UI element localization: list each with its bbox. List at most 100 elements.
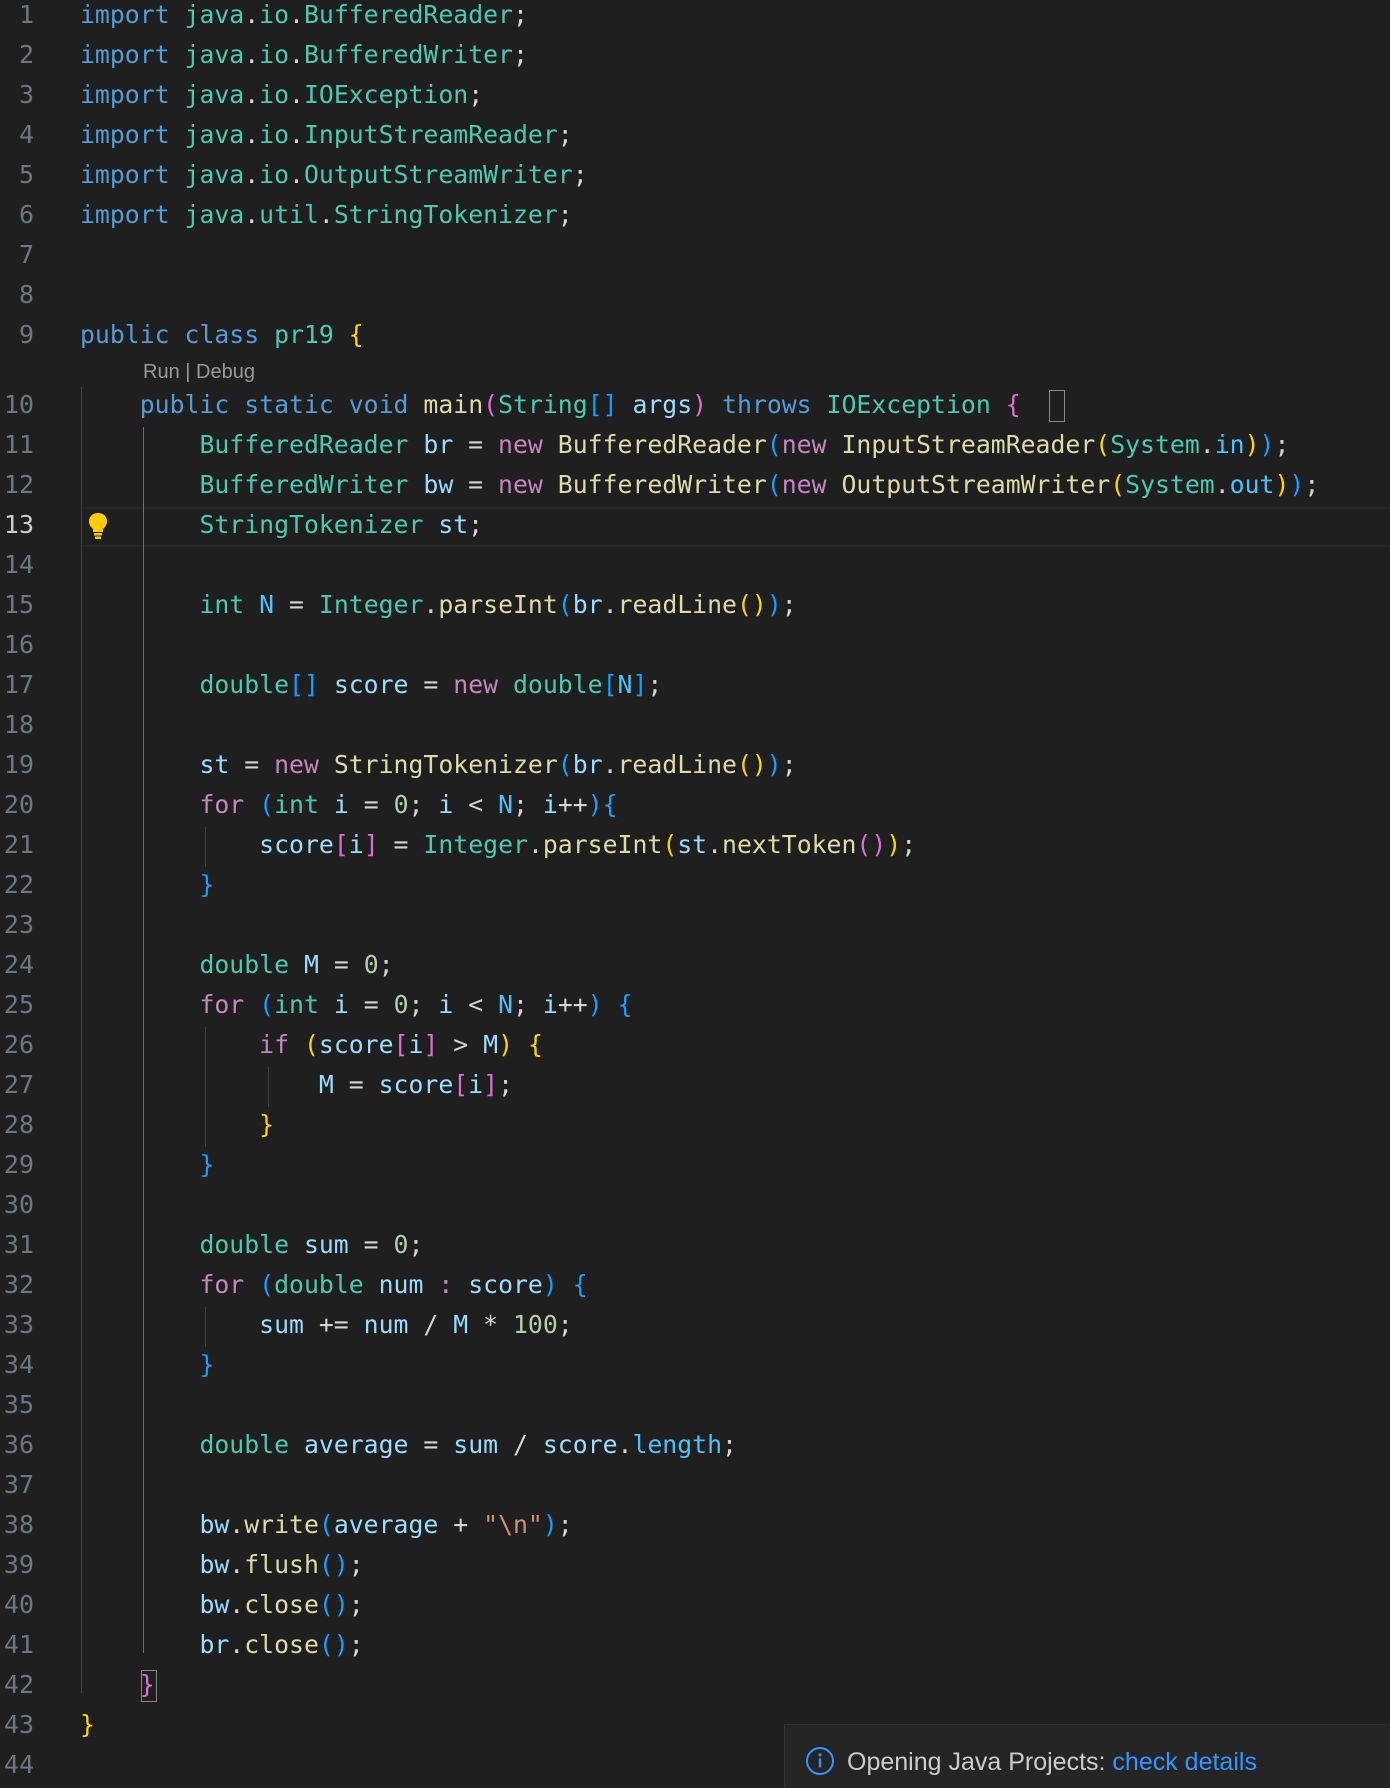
code-text: score[i] = Integer.parseInt(st.nextToken… (80, 827, 916, 867)
code-token: ) (587, 990, 603, 1019)
code-token: . (244, 200, 260, 229)
code-token: () (856, 830, 887, 859)
check-details-link[interactable]: check details (1112, 1748, 1257, 1776)
code-line[interactable]: 20 for (int i = 0; i < N; i++){ (0, 787, 1390, 827)
line-number: 35 (3, 1390, 34, 1419)
code-token: ( (318, 1510, 334, 1539)
code-line[interactable]: 9 public class pr19 { (0, 317, 1390, 357)
code-line[interactable]: 36 double average = sum / score.length; (0, 1427, 1390, 1467)
code-line[interactable]: 37 (0, 1467, 1390, 1507)
code-token: length (632, 1430, 723, 1459)
code-text: } (80, 1347, 214, 1387)
code-line[interactable]: 23 (0, 907, 1390, 947)
code-line[interactable]: 29 } (0, 1147, 1390, 1187)
code-line[interactable]: 22 } (0, 867, 1390, 907)
code-line[interactable]: 26 if (score[i] > M) { (0, 1027, 1390, 1067)
code-line[interactable]: 7 (0, 237, 1390, 277)
code-token: ; (781, 590, 797, 619)
code-line[interactable]: 41 br.close(); (0, 1627, 1390, 1667)
code-line[interactable]: 18 (0, 707, 1390, 747)
code-token: double (274, 1270, 364, 1299)
code-token: i (468, 1070, 484, 1099)
code-line[interactable]: 3 import java.io.IOException; (0, 77, 1390, 117)
code-line[interactable]: 24 double M = 0; (0, 947, 1390, 987)
code-token: ; (348, 1550, 364, 1579)
code-line[interactable]: 25 for (int i = 0; i < N; i++) { (0, 987, 1390, 1027)
code-line[interactable]: 12 BufferedWriter bw = new BufferedWrite… (0, 467, 1390, 507)
code-token: ] (363, 830, 379, 859)
code-token: ; (468, 510, 484, 539)
code-line[interactable]: 31 double sum = 0; (0, 1227, 1390, 1267)
line-number: 39 (3, 1550, 34, 1579)
code-token: new (274, 750, 319, 779)
code-line[interactable]: 17 double[] score = new double[N]; (0, 667, 1390, 707)
codelens: Run | Debug (143, 358, 255, 386)
code-line[interactable]: 34 } (0, 1347, 1390, 1387)
code-token: ( (557, 590, 573, 619)
code-line[interactable]: 1 import java.io.BufferedReader; (0, 0, 1390, 37)
code-line[interactable]: 4 import java.io.InputStreamReader; (0, 117, 1390, 157)
code-line[interactable]: 42 } (0, 1667, 1390, 1707)
code-line[interactable]: 5 import java.io.OutputStreamWriter; (0, 157, 1390, 197)
code-token: import (80, 80, 170, 109)
code-token: ) (542, 1270, 558, 1299)
code-token: } (199, 870, 215, 899)
code-token: bw (199, 1550, 230, 1579)
line-number: 44 (3, 1750, 34, 1779)
code-token: ; (512, 40, 528, 69)
code-line[interactable]: 32 for (double num : score) { (0, 1267, 1390, 1307)
line-number: 18 (3, 710, 34, 739)
code-text: sum += num / M * 100; (80, 1307, 573, 1347)
code-token: throws (722, 390, 812, 419)
code-text: import java.io.BufferedWriter; (80, 37, 528, 77)
line-number: 9 (18, 320, 34, 349)
line-number: 13 (3, 510, 34, 539)
code-line[interactable]: 14 (0, 547, 1390, 587)
line-number: 25 (3, 990, 34, 1019)
codelens-debug[interactable]: Debug (196, 361, 255, 383)
code-line[interactable]: 21 score[i] = Integer.parseInt(st.nextTo… (0, 827, 1390, 867)
code-line[interactable]: 6 import java.util.StringTokenizer; (0, 197, 1390, 237)
code-token: score (318, 1030, 394, 1059)
code-line[interactable]: 40 bw.close(); (0, 1587, 1390, 1627)
code-line[interactable]: 11 BufferedReader br = new BufferedReade… (0, 427, 1390, 467)
code-line[interactable]: 35 (0, 1387, 1390, 1427)
code-line[interactable]: 2 import java.io.BufferedWriter; (0, 37, 1390, 77)
code-token: bw (423, 470, 454, 499)
code-line[interactable]: 39 bw.flush(); (0, 1547, 1390, 1587)
code-token: . (289, 160, 304, 189)
code-token: [] (587, 390, 618, 419)
code-token: . (602, 750, 618, 779)
code-line[interactable]: 38 bw.write(average + "\n"); (0, 1507, 1390, 1547)
notification-toast[interactable]: Opening Java Projects: check details (784, 1724, 1390, 1788)
code-token: < (453, 990, 499, 1019)
code-token: ; (348, 1590, 364, 1619)
code-token: num (378, 1270, 424, 1299)
line-number: 42 (3, 1670, 34, 1699)
code-editor[interactable]: Run | Debug 1 import java.io.BufferedRead… (0, 0, 1390, 1788)
code-token: i (333, 990, 349, 1019)
code-text: } (80, 1707, 95, 1747)
code-line[interactable]: 30 (0, 1187, 1390, 1227)
code-line[interactable]: 10 public static void main(String[] args… (0, 387, 1390, 427)
code-token: bw (199, 1590, 230, 1619)
code-line[interactable]: 27 M = score[i]; (0, 1067, 1390, 1107)
codelens-run[interactable]: Run (143, 361, 180, 383)
code-token: [ (453, 1070, 469, 1099)
code-token: . (318, 200, 334, 229)
code-line[interactable]: 15 int N = Integer.parseInt(br.readLine(… (0, 587, 1390, 627)
code-token: . (527, 830, 543, 859)
code-line[interactable]: 8 (0, 277, 1390, 317)
code-token: { (1005, 390, 1021, 419)
code-token: OutputStreamWriter (303, 160, 573, 189)
code-line[interactable]: 16 (0, 627, 1390, 667)
code-line[interactable]: 33 sum += num / M * 100; (0, 1307, 1390, 1347)
code-line[interactable]: 19 st = new StringTokenizer(br.readLine(… (0, 747, 1390, 787)
line-number: 6 (18, 200, 34, 229)
code-line[interactable]: 28 } (0, 1107, 1390, 1147)
code-line[interactable]: 13 StringTokenizer st; (0, 507, 1390, 547)
